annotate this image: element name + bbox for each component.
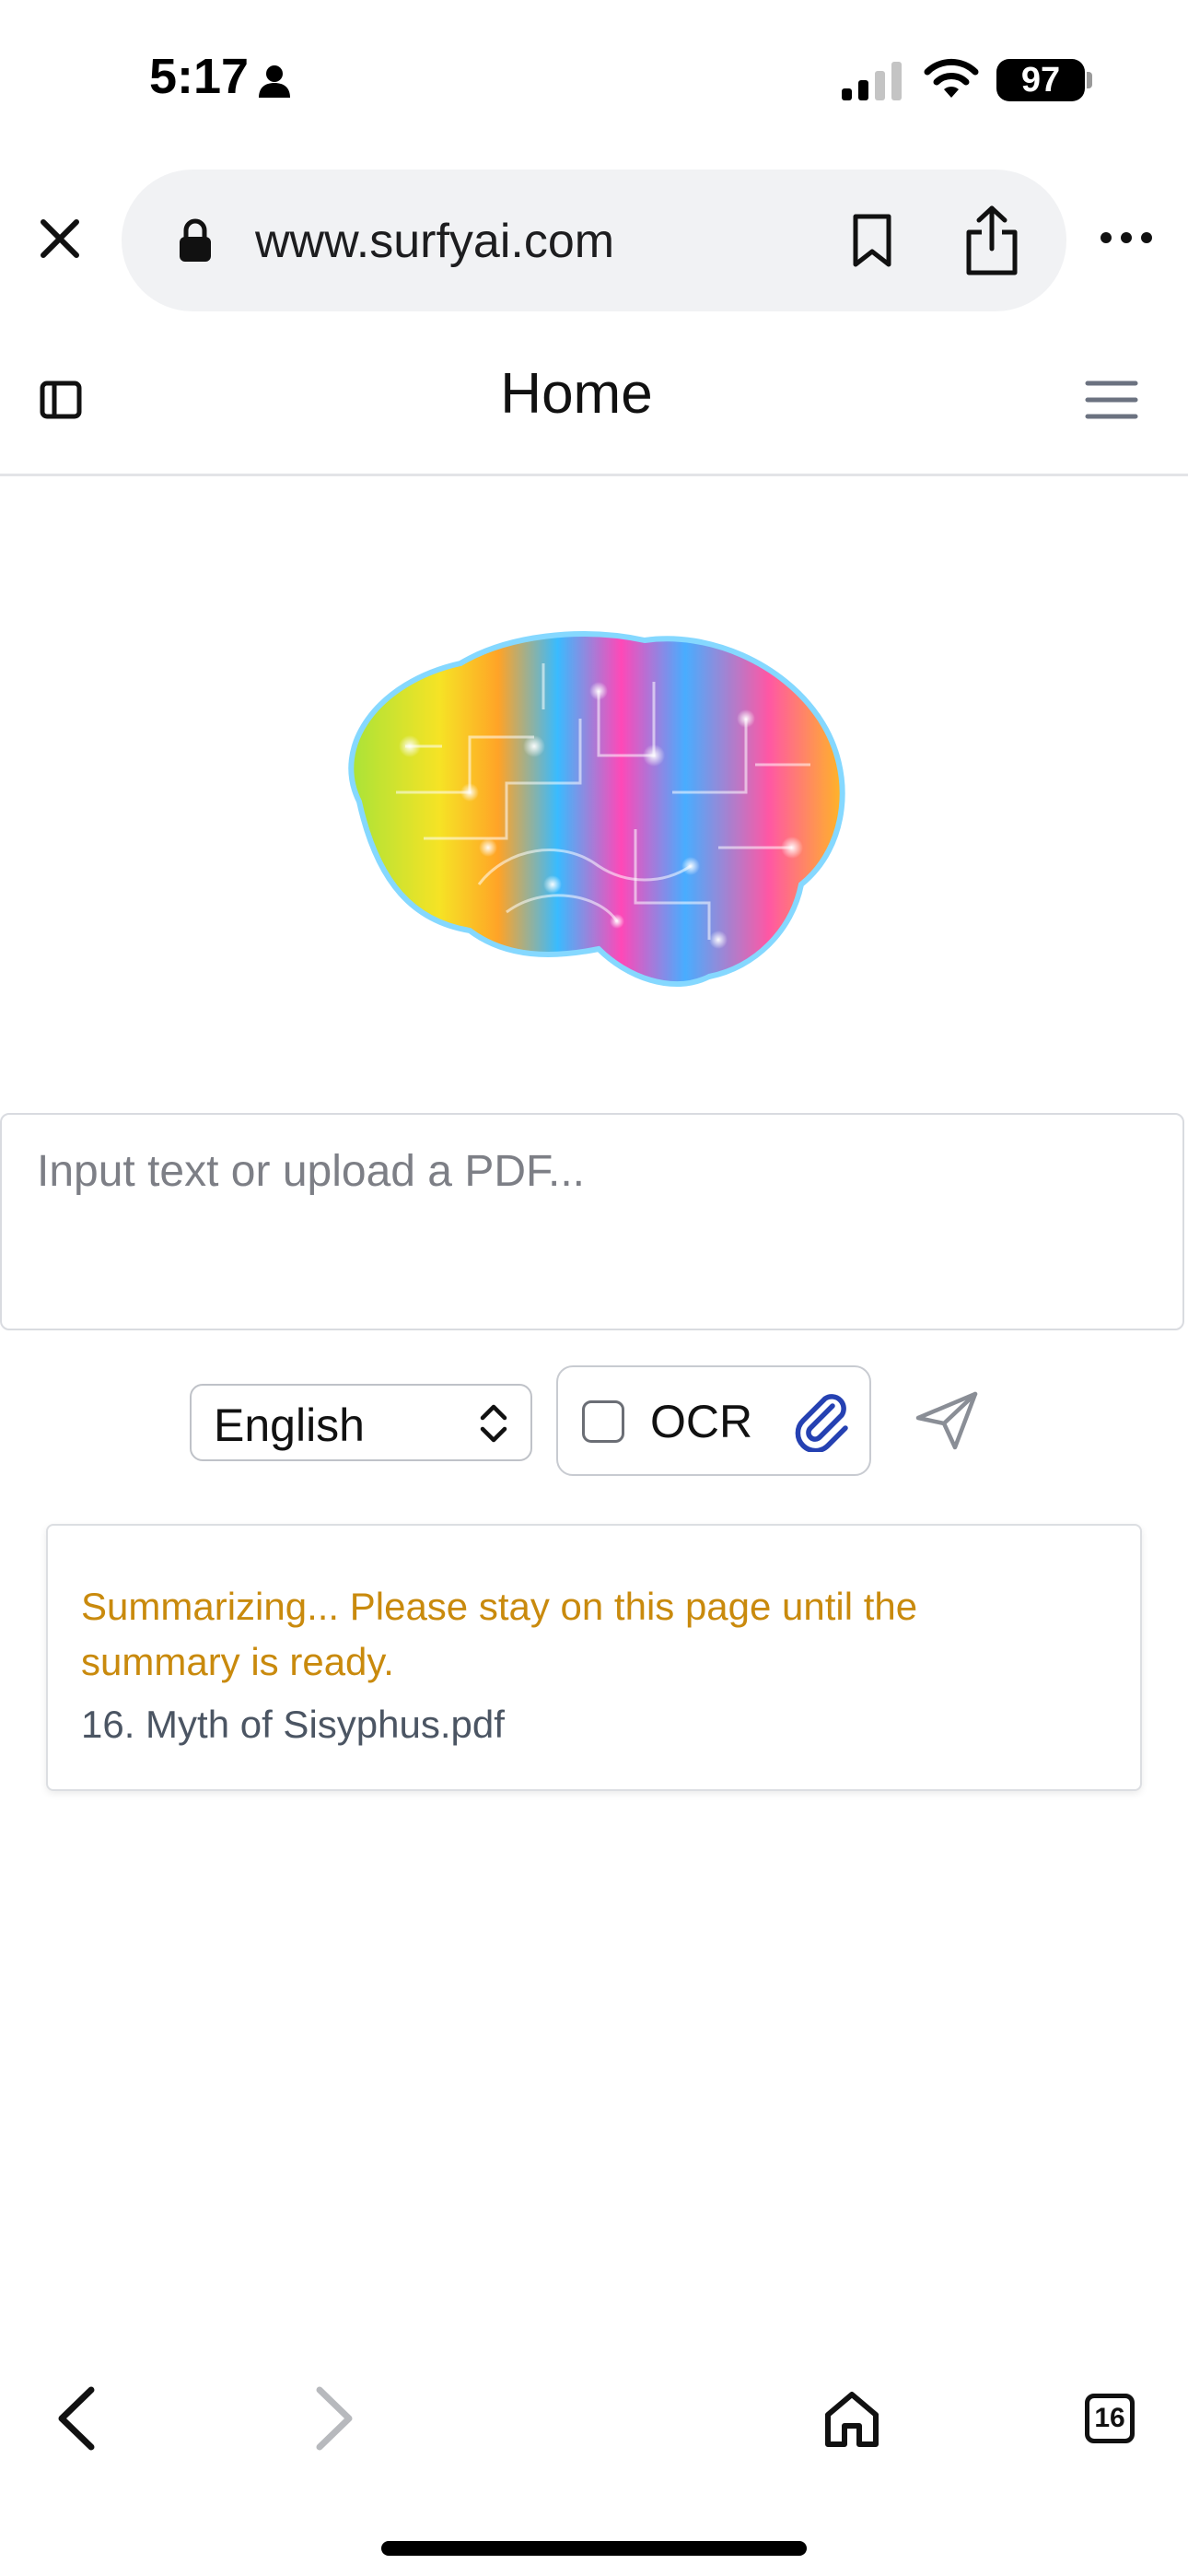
page-title: Home bbox=[500, 362, 653, 426]
status-time: 5:17 bbox=[149, 49, 250, 104]
brain-logo-icon bbox=[348, 631, 845, 987]
status-bar: 5:17 97 bbox=[0, 0, 1188, 157]
tabs-button[interactable]: 16 bbox=[1070, 2379, 1149, 2458]
wifi-icon bbox=[924, 58, 979, 98]
battery-nub bbox=[1087, 72, 1092, 88]
language-select[interactable]: English bbox=[190, 1384, 532, 1461]
share-button[interactable] bbox=[955, 201, 1029, 280]
hamburger-menu-icon bbox=[1085, 381, 1138, 419]
home-icon bbox=[825, 2392, 879, 2447]
status-card: Summarizing... Please stay on this page … bbox=[46, 1524, 1142, 1791]
close-icon bbox=[41, 219, 79, 258]
home-indicator bbox=[381, 2541, 807, 2556]
file-name: 16. Myth of Sisyphus.pdf bbox=[81, 1703, 505, 1746]
text-input[interactable] bbox=[0, 1113, 1184, 1330]
forward-button[interactable] bbox=[295, 2379, 374, 2458]
share-icon bbox=[966, 205, 1018, 275]
bookmark-icon bbox=[853, 214, 891, 267]
forward-arrow-icon bbox=[316, 2386, 353, 2451]
battery-icon: 97 bbox=[996, 59, 1085, 101]
bottom-toolbar: 16 bbox=[0, 2359, 1188, 2488]
paperclip-icon bbox=[795, 1394, 848, 1452]
tabs-icon: 16 bbox=[1085, 2394, 1135, 2443]
send-button[interactable] bbox=[912, 1386, 982, 1456]
signal-icon bbox=[842, 62, 902, 100]
home-button[interactable] bbox=[812, 2379, 891, 2458]
tabs-count: 16 bbox=[1094, 2403, 1125, 2433]
ocr-label: OCR bbox=[650, 1396, 753, 1447]
address-bar[interactable]: www.surfyai.com bbox=[122, 170, 1066, 311]
person-icon bbox=[259, 65, 290, 98]
more-icon bbox=[1101, 232, 1152, 243]
attach-file-button[interactable] bbox=[788, 1388, 856, 1456]
back-button[interactable] bbox=[37, 2379, 116, 2458]
battery-level: 97 bbox=[1020, 60, 1061, 100]
send-icon bbox=[915, 1391, 978, 1450]
ocr-checkbox[interactable] bbox=[582, 1400, 624, 1443]
menu-button[interactable] bbox=[1079, 372, 1144, 427]
controls-row: English OCR bbox=[0, 1365, 1188, 1478]
chevron-up-down-icon bbox=[480, 1404, 507, 1443]
browser-bar: www.surfyai.com bbox=[0, 166, 1188, 313]
close-button[interactable] bbox=[28, 206, 92, 271]
bookmark-button[interactable] bbox=[840, 205, 904, 276]
language-selected: English bbox=[214, 1399, 365, 1451]
back-arrow-icon bbox=[58, 2386, 95, 2451]
ocr-attach-group: OCR bbox=[556, 1365, 871, 1476]
status-message: Summarizing... Please stay on this page … bbox=[81, 1585, 918, 1683]
lock-icon bbox=[180, 218, 211, 262]
url-text: www.surfyai.com bbox=[255, 215, 615, 268]
app-header: Home bbox=[0, 332, 1188, 476]
more-options-button[interactable] bbox=[1094, 217, 1159, 258]
